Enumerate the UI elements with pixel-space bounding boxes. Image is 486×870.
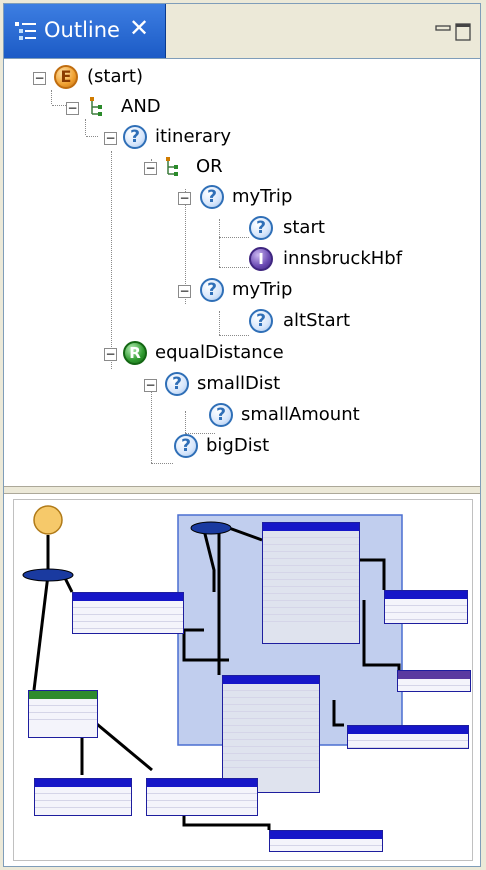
diagram-box-mytrip-top[interactable]: [262, 522, 360, 644]
diagram-box-bigdist[interactable]: [34, 778, 132, 816]
tree-node-innsbruckhbf[interactable]: I innsbruckHbf: [4, 247, 424, 273]
diagram-box-mytrip-bottom[interactable]: [222, 675, 320, 793]
tree-node-label: OR: [196, 156, 223, 177]
collapse-toggle[interactable]: −: [104, 348, 117, 361]
collapse-toggle[interactable]: −: [144, 162, 157, 175]
or-node[interactable]: [190, 521, 232, 535]
sash[interactable]: [4, 486, 480, 494]
diagram-box-start[interactable]: [384, 590, 468, 624]
diagram-box-altstart[interactable]: [347, 725, 469, 749]
tree-node-label: AND: [121, 96, 161, 117]
tree-node-and[interactable]: − AND: [4, 95, 204, 121]
question-icon: ?: [200, 278, 224, 302]
tree-node-label: myTrip: [232, 279, 293, 300]
view-controls: [434, 22, 474, 46]
question-icon: ?: [249, 309, 273, 333]
maximize-icon[interactable]: [455, 23, 471, 41]
tree-node-start-var[interactable]: ? start: [4, 216, 344, 242]
view-tab-bar: Outline ✕: [4, 4, 480, 59]
tree-node-label: itinerary: [155, 126, 232, 147]
tree-node-or[interactable]: − OR: [4, 155, 264, 181]
tree-node-mytrip[interactable]: − ? myTrip: [4, 185, 324, 211]
tree-node-label: smallAmount: [241, 404, 360, 425]
tree-node-smalldist[interactable]: − ? smallDist: [4, 372, 334, 398]
outline-view: Outline ✕ − E (start) − AND − ? itinerar…: [3, 3, 481, 867]
tree-node-equaldistance[interactable]: − R equalDistance: [4, 341, 334, 367]
collapse-toggle[interactable]: −: [178, 285, 191, 298]
diagram-box-equaldistance[interactable]: [28, 690, 98, 738]
tree-node-label: bigDist: [206, 435, 270, 456]
collapse-toggle[interactable]: −: [66, 102, 79, 115]
tree-node-start[interactable]: − E (start): [4, 65, 204, 91]
diagram-box-itinerary[interactable]: [72, 592, 184, 634]
question-icon: ?: [249, 216, 273, 240]
or-icon: [166, 157, 178, 176]
diagram-box-smallamount[interactable]: [269, 830, 383, 852]
tree-node-bigdist[interactable]: ? bigDist: [4, 434, 304, 460]
minimize-icon[interactable]: [435, 25, 451, 31]
tree-node-label: altStart: [283, 310, 351, 331]
collapse-toggle[interactable]: −: [104, 132, 117, 145]
and-icon: [90, 97, 102, 116]
r-icon: R: [123, 341, 147, 365]
question-icon: ?: [174, 434, 198, 458]
tree-node-mytrip-2[interactable]: − ? myTrip: [4, 278, 324, 304]
and-node[interactable]: [22, 568, 74, 582]
i-icon: I: [249, 247, 273, 271]
e-icon: E: [54, 65, 78, 89]
close-icon[interactable]: ✕: [129, 14, 149, 42]
tree-node-smallamount[interactable]: ? smallAmount: [4, 403, 404, 429]
diagram-box-smalldist[interactable]: [146, 778, 258, 816]
question-icon: ?: [123, 125, 147, 149]
tree-node-altstart[interactable]: ? altStart: [4, 309, 384, 335]
collapse-toggle[interactable]: −: [144, 379, 157, 392]
tree-node-label: equalDistance: [155, 342, 284, 363]
tab-outline[interactable]: Outline ✕: [4, 4, 166, 58]
question-icon: ?: [209, 403, 233, 427]
tree-node-label: (start): [87, 66, 143, 87]
tab-title: Outline: [44, 18, 120, 42]
diagram-box-station[interactable]: [397, 670, 471, 692]
start-node[interactable]: [33, 505, 63, 535]
tree-node-itinerary[interactable]: − ? itinerary: [4, 125, 264, 151]
question-icon: ?: [200, 185, 224, 209]
tree-node-label: innsbruckHbf: [283, 248, 403, 269]
question-icon: ?: [165, 372, 189, 396]
tree-node-label: smallDist: [197, 373, 281, 394]
collapse-toggle[interactable]: −: [178, 192, 191, 205]
tree-node-label: myTrip: [232, 186, 293, 207]
diagram-overview[interactable]: [13, 499, 473, 861]
outline-icon: [15, 22, 36, 40]
collapse-toggle[interactable]: −: [33, 72, 46, 85]
tree-node-label: start: [283, 217, 325, 238]
outline-tree: − E (start) − AND − ? itinerary − OR − ?…: [4, 59, 480, 486]
